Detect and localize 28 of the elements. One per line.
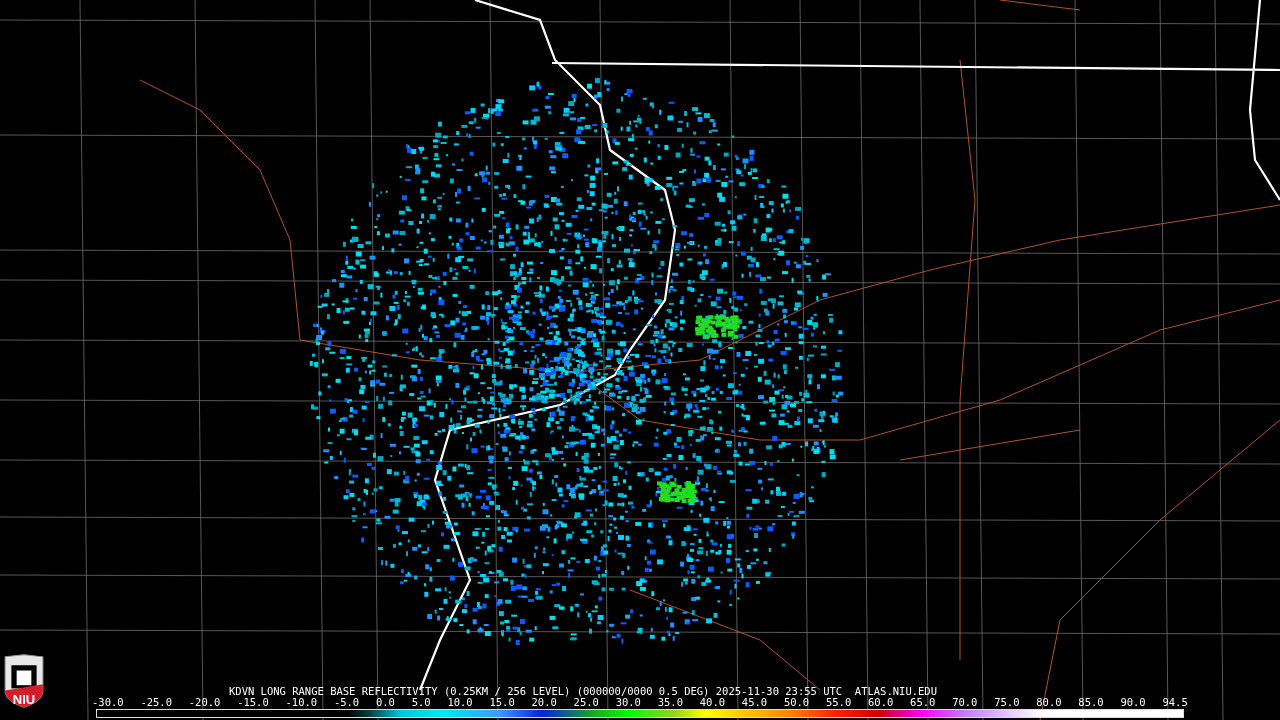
scale-tick-label: 94.5 [1162, 697, 1188, 708]
scale-tick-label: 40.0 [699, 697, 726, 708]
scale-tick-label: -5.0 [333, 697, 360, 708]
product-caption: KDVN LONG RANGE BASE REFLECTIVITY (0.25KM / 256 LEVEL) (000000/0000 0.5 DEG) 2025-11-30 23:55 UTC ATLAS.NIU.EDU [228, 686, 938, 697]
scale-tick-label: 45.0 [741, 697, 768, 708]
scale-tick-label: -20.0 [188, 697, 221, 708]
scale-tick-label: 30.0 [615, 697, 641, 708]
scale-tick-label: 25.0 [573, 697, 599, 708]
scale-tick-label: 60.0 [868, 697, 894, 708]
scale-tick-label: 55.0 [825, 697, 852, 708]
scale-tick-label: -10.0 [285, 697, 318, 708]
scale-tick-label: 85.0 [1078, 697, 1104, 708]
scale-tick-label: 75.0 [994, 697, 1020, 708]
scale-tick-label: 80.0 [1036, 697, 1062, 708]
scale-tick-label: 20.0 [531, 697, 557, 708]
scale-tick-label: 65.0 [910, 697, 936, 708]
scale-tick-label: -30.0 [92, 697, 124, 708]
logo-text: NIU [12, 692, 36, 707]
scale-tick-label: 50.0 [783, 697, 810, 708]
scale-tick-label: 90.0 [1120, 697, 1146, 708]
scale-tick-label: 35.0 [657, 697, 683, 708]
scale-tick-label: -25.0 [140, 697, 172, 708]
scale-tick-label: 15.0 [489, 697, 515, 708]
scale-tick-label: -15.0 [237, 697, 269, 708]
scale-tick-label: 0.0 [375, 697, 395, 708]
scale-tick-label: 5.0 [411, 697, 431, 708]
scale-tick-label: 70.0 [952, 697, 978, 708]
scale-tick-label: 10.0 [447, 697, 473, 708]
